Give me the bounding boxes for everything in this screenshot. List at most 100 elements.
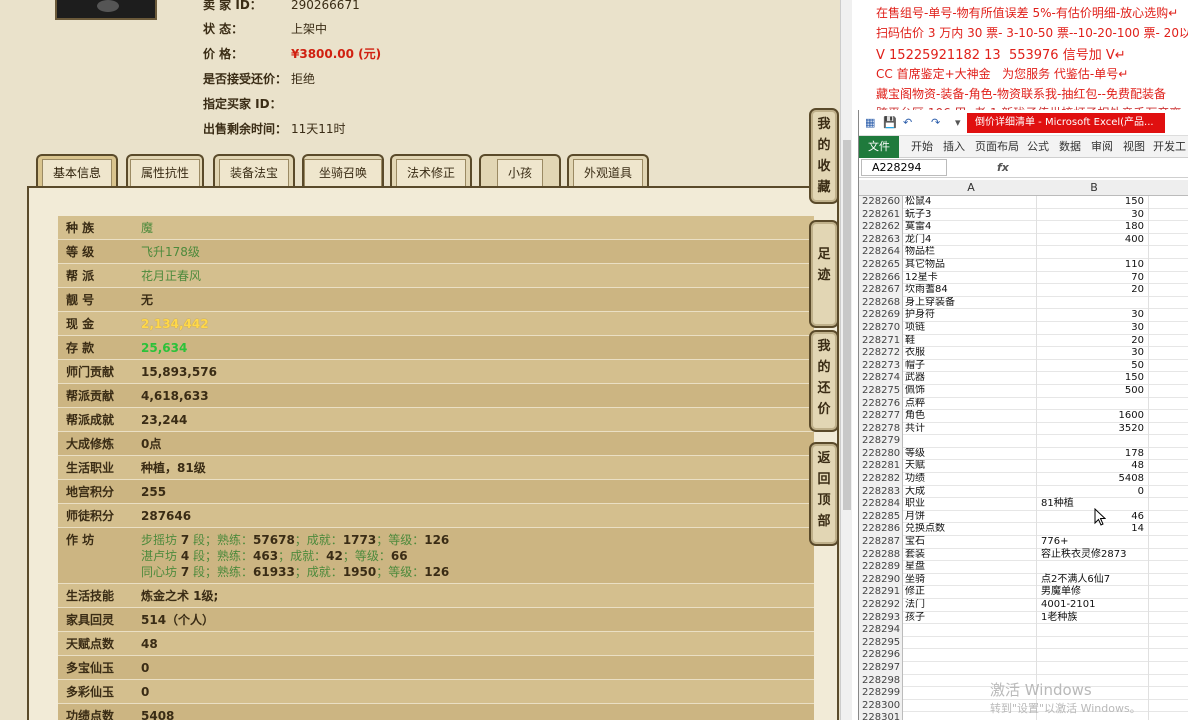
cell-b[interactable]: 容止秩衣灵修2873	[1039, 548, 1149, 562]
cell-b[interactable]: 4001-2101	[1039, 599, 1149, 612]
page-scrollbar[interactable]	[840, 0, 852, 720]
row-number[interactable]: 228276	[859, 397, 903, 411]
row-number[interactable]: 228287	[859, 536, 903, 549]
cell-a[interactable]: 职业	[905, 498, 1037, 511]
row-number[interactable]: 228284	[859, 498, 903, 511]
row-number[interactable]: 228296	[859, 649, 903, 662]
cell-a[interactable]: 修正	[905, 586, 1037, 599]
cell-b[interactable]: 48	[1039, 460, 1149, 474]
redo-icon[interactable]: ↷	[931, 116, 940, 129]
cell-a[interactable]: 坐骑	[905, 573, 1037, 587]
name-box[interactable]: A228294	[861, 159, 947, 176]
cell-b[interactable]	[1039, 397, 1149, 411]
row-number[interactable]: 228270	[859, 321, 903, 335]
row-number[interactable]: 228281	[859, 460, 903, 474]
row-number[interactable]: 228263	[859, 233, 903, 247]
cell-a[interactable]: 护身符	[905, 309, 1037, 322]
cell-b[interactable]: 30	[1039, 321, 1149, 335]
row-number[interactable]: 228277	[859, 410, 903, 423]
cell-a[interactable]: 物品栏	[905, 246, 1037, 259]
back-to-top-button[interactable]: 返回顶部	[809, 442, 839, 546]
cell-b[interactable]: 70	[1039, 271, 1149, 285]
row-number[interactable]: 228271	[859, 334, 903, 348]
row-number[interactable]: 228285	[859, 510, 903, 524]
footprint-button[interactable]: 足迹	[809, 220, 839, 328]
row-number[interactable]: 228280	[859, 447, 903, 461]
scrollbar-thumb[interactable]	[843, 140, 851, 510]
row-number[interactable]: 228260	[859, 196, 903, 209]
cell-b[interactable]: 110	[1039, 258, 1149, 272]
cell-a[interactable]: 12星卡	[905, 271, 1037, 285]
cell-a[interactable]: 法门	[905, 599, 1037, 612]
ribbon-tab-home[interactable]: 开始	[911, 136, 933, 158]
cell-a[interactable]: 孩子	[905, 611, 1037, 625]
tab-appearance[interactable]: 外观道具	[567, 154, 649, 188]
cell-a[interactable]	[905, 435, 1037, 448]
cell-a[interactable]: 月饼	[905, 510, 1037, 524]
my-counter-offers-button[interactable]: 我的还价	[809, 330, 839, 432]
row-number[interactable]: 228283	[859, 485, 903, 499]
cell-b[interactable]: 20	[1039, 284, 1149, 297]
row-number[interactable]: 228292	[859, 599, 903, 612]
row-number[interactable]: 228273	[859, 359, 903, 373]
cell-b[interactable]: 178	[1039, 447, 1149, 461]
ribbon-tab-formulas[interactable]: 公式	[1027, 136, 1049, 158]
fx-icon[interactable]: fx	[997, 158, 1009, 178]
column-header-a[interactable]: A	[905, 180, 1037, 196]
save-icon[interactable]: 💾	[883, 116, 897, 129]
row-number[interactable]: 228264	[859, 246, 903, 259]
ribbon-tab-insert[interactable]: 插入	[943, 136, 965, 158]
row-number[interactable]: 228268	[859, 296, 903, 310]
row-number[interactable]: 228267	[859, 284, 903, 297]
row-number[interactable]: 228279	[859, 435, 903, 448]
cell-b[interactable]	[1039, 246, 1149, 259]
row-number[interactable]: 228288	[859, 548, 903, 562]
row-number[interactable]: 228298	[859, 674, 903, 688]
cell-a[interactable]: 共计	[905, 422, 1037, 436]
cell-b[interactable]: 150	[1039, 196, 1149, 209]
cell-a[interactable]: 宝石	[905, 536, 1037, 549]
cell-b[interactable]: 30	[1039, 208, 1149, 222]
cell-b[interactable]: 776+	[1039, 536, 1149, 549]
row-number[interactable]: 228261	[859, 208, 903, 222]
cell-a[interactable]: 角色	[905, 410, 1037, 423]
undo-icon[interactable]: ↶	[903, 116, 912, 129]
cell-b[interactable]: 50	[1039, 359, 1149, 373]
row-number[interactable]: 228269	[859, 309, 903, 322]
cell-a[interactable]: 龙门4	[905, 233, 1037, 247]
cell-b[interactable]	[1039, 649, 1149, 662]
tab-equipment[interactable]: 装备法宝	[213, 154, 295, 188]
cell-b[interactable]: 30	[1039, 347, 1149, 360]
cell-a[interactable]: 佩饰	[905, 384, 1037, 398]
row-number[interactable]: 228301	[859, 712, 903, 720]
ribbon-tab-page-layout[interactable]: 页面布局	[975, 136, 1019, 158]
cell-b[interactable]: 0	[1039, 485, 1149, 499]
cell-b[interactable]: 5408	[1039, 473, 1149, 486]
cell-a[interactable]: 点粹	[905, 397, 1037, 411]
cell-b[interactable]: 男魔单修	[1039, 586, 1149, 599]
cell-a[interactable]	[905, 624, 1037, 637]
tab-mounts-pets[interactable]: 坐骑召唤兽	[302, 154, 384, 213]
ribbon-tab-view[interactable]: 视图	[1123, 136, 1145, 158]
my-favorites-button[interactable]: 我的收藏	[809, 108, 839, 204]
row-number[interactable]: 228289	[859, 561, 903, 574]
tab-spell-correction[interactable]: 法术修正	[390, 154, 472, 188]
row-number[interactable]: 228266	[859, 271, 903, 285]
cell-b[interactable]	[1039, 561, 1149, 574]
row-number[interactable]: 228286	[859, 523, 903, 537]
cell-b[interactable]: 150	[1039, 372, 1149, 385]
row-number[interactable]: 228262	[859, 221, 903, 234]
cell-a[interactable]: 其它物品	[905, 258, 1037, 272]
ribbon-tab-file[interactable]: 文件	[859, 136, 899, 158]
cell-b[interactable]	[1039, 636, 1149, 650]
cell-a[interactable]: 套装	[905, 548, 1037, 562]
row-number[interactable]: 228295	[859, 636, 903, 650]
cell-a[interactable]: 兑换点数	[905, 523, 1037, 537]
cell-b[interactable]: 1600	[1039, 410, 1149, 423]
cell-a[interactable]: 衣服	[905, 347, 1037, 360]
row-number[interactable]: 228265	[859, 258, 903, 272]
cell-b[interactable]	[1039, 435, 1149, 448]
cell-a[interactable]: 寞雷4	[905, 221, 1037, 234]
row-number[interactable]: 228299	[859, 687, 903, 700]
cell-b[interactable]: 3520	[1039, 422, 1149, 436]
